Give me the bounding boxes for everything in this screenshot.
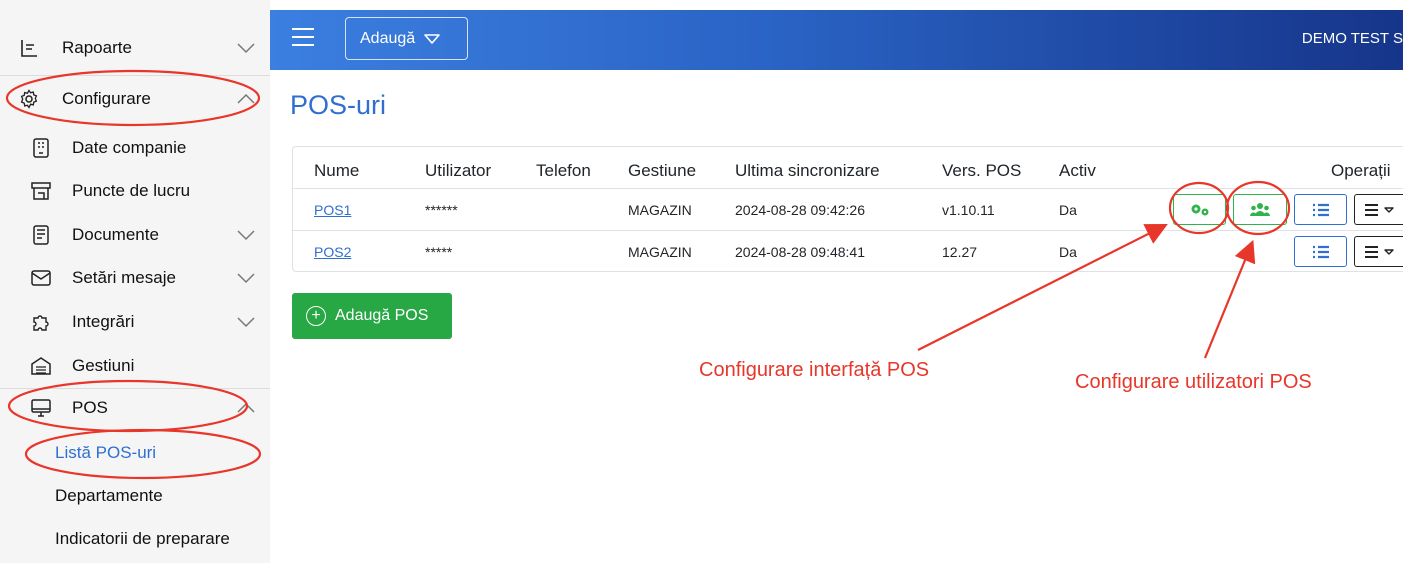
sidebar-item-label: Documente <box>72 225 159 244</box>
sidebar-item-label: Setări mesaje <box>72 268 176 287</box>
plus-circle-icon: + <box>306 306 326 326</box>
building-icon <box>30 137 52 159</box>
sidebar-item-label: POS <box>72 398 108 417</box>
sidebar-item-label: Integrări <box>72 312 135 331</box>
annotation-users: Configurare utilizatori POS <box>1075 371 1312 393</box>
chevron-down-icon <box>237 273 255 284</box>
sidebar-item-documente[interactable]: Documente <box>0 213 270 257</box>
chevron-down-icon <box>237 230 255 241</box>
sync-cell: 2024-08-28 09:42:26 <box>735 202 865 218</box>
sidebar-item-configurare[interactable]: Configurare <box>0 77 270 121</box>
sidebar-item-label: Gestiuni <box>72 356 135 375</box>
sidebar-item-label: Indicatorii de preparare <box>55 529 230 548</box>
sidebar-item-puncte-de-lucru[interactable]: Puncte de lucru <box>0 169 270 213</box>
column-header-nume: Nume <box>314 161 360 180</box>
envelope-icon <box>30 267 52 289</box>
sidebar-item-integrari[interactable]: Integrări <box>0 300 270 344</box>
version-cell: 12.27 <box>942 244 978 260</box>
add-dropdown-button[interactable]: Adaugă <box>345 17 468 60</box>
sync-cell: 2024-08-28 09:48:41 <box>735 244 865 260</box>
caret-down-icon <box>424 33 440 44</box>
gestiune-cell: MAGAZIN <box>628 202 692 218</box>
annotation-interface: Configurare interfață POS <box>699 359 930 381</box>
configure-users-button[interactable] <box>1233 194 1287 225</box>
puzzle-icon <box>30 311 52 333</box>
chevron-up-icon <box>237 402 255 413</box>
list-icon <box>1312 203 1329 216</box>
top-bar: Adaugă DEMO TEST S <box>270 10 1403 70</box>
user-cell: ***** <box>425 244 453 260</box>
actions-menu-button[interactable] <box>1354 194 1403 225</box>
sidebar-item-date-companie[interactable]: Date companie <box>0 126 270 170</box>
version-cell: v1.10.11 <box>942 202 995 218</box>
gear-icon <box>18 88 40 110</box>
list-icon <box>1312 245 1329 258</box>
sidebar-item-label: Rapoarte <box>62 38 132 57</box>
add-dropdown-label: Adaugă <box>360 29 416 47</box>
column-header-gestiune: Gestiune <box>628 161 697 180</box>
document-icon <box>30 224 52 246</box>
company-name[interactable]: DEMO TEST S <box>1302 30 1403 47</box>
pos-name-link[interactable]: POS2 <box>314 244 351 260</box>
add-pos-button[interactable]: + Adaugă POS <box>292 293 452 339</box>
gears-icon <box>1191 204 1208 215</box>
column-header-vers-pos: Vers. POS <box>942 161 1022 180</box>
table-row: POS1 ****** MAGAZIN 2024-08-28 09:42:26 … <box>293 188 1403 230</box>
user-cell: ****** <box>425 202 458 218</box>
sidebar-item-indicatorii-de-preparare[interactable]: Indicatorii de preparare <box>0 517 270 561</box>
sidebar-item-lista-pos-uri[interactable]: Listă POS-uri <box>0 431 270 475</box>
pos-name-link[interactable]: POS1 <box>314 202 351 218</box>
sidebar-item-departamente[interactable]: Departamente <box>0 474 270 518</box>
monitor-icon <box>30 397 52 419</box>
gestiune-cell: MAGAZIN <box>628 244 692 260</box>
column-header-activ: Activ <box>1059 161 1096 180</box>
sidebar-item-label: Departamente <box>55 486 163 505</box>
chevron-down-icon <box>237 43 255 54</box>
sidebar-item-rapoarte[interactable]: Rapoarte <box>0 26 270 70</box>
sidebar-item-pos[interactable]: POS <box>0 386 270 430</box>
active-cell: Da <box>1059 202 1077 218</box>
hamburger-icon[interactable] <box>292 28 314 46</box>
actions-menu-button[interactable] <box>1354 236 1403 267</box>
chevron-up-icon <box>237 93 255 104</box>
sidebar: Rapoarte Configurare Date companie Punct… <box>0 0 270 563</box>
store-icon <box>30 180 52 202</box>
report-icon <box>18 37 40 59</box>
sidebar-item-label: Listă POS-uri <box>55 443 157 462</box>
configure-interface-button[interactable] <box>1173 194 1226 225</box>
list-view-button[interactable] <box>1294 236 1347 267</box>
add-pos-label: Adaugă POS <box>335 307 429 324</box>
sidebar-item-gestiuni[interactable]: Gestiuni <box>0 344 270 388</box>
column-header-utilizator: Utilizator <box>425 161 492 180</box>
list-view-button[interactable] <box>1294 194 1347 225</box>
pos-table: Nume Utilizator Telefon Gestiune Ultima … <box>292 146 1403 272</box>
column-header-ultima-sincronizare: Ultima sincronizare <box>735 161 880 180</box>
users-icon <box>1250 202 1270 216</box>
table-row: POS2 ***** MAGAZIN 2024-08-28 09:48:41 1… <box>293 230 1403 271</box>
column-header-telefon: Telefon <box>536 161 591 180</box>
page-title: POS-uri <box>290 90 387 120</box>
column-header-operatii: Operații <box>1331 161 1391 180</box>
sidebar-item-label: Puncte de lucru <box>72 181 191 200</box>
menu-icon <box>1364 245 1394 258</box>
sidebar-item-label: Date companie <box>72 138 187 157</box>
warehouse-icon <box>30 355 52 377</box>
menu-icon <box>1364 203 1394 216</box>
sidebar-item-label: Configurare <box>62 89 151 108</box>
sidebar-item-setari-mesaje[interactable]: Setări mesaje <box>0 256 270 300</box>
active-cell: Da <box>1059 244 1077 260</box>
chevron-down-icon <box>237 317 255 328</box>
